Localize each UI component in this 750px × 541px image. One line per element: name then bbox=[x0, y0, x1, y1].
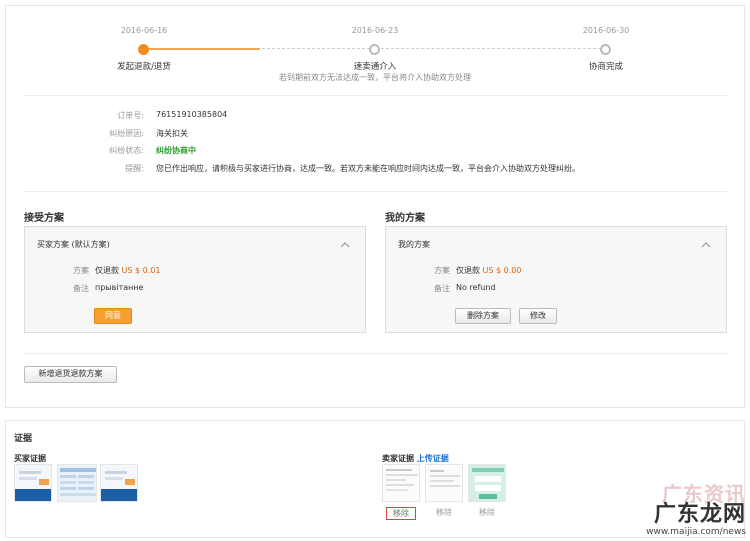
order-no: 76151910385804 bbox=[156, 110, 228, 119]
reminder-label: 提醒: bbox=[125, 164, 144, 173]
note-label: 备注 bbox=[73, 284, 89, 293]
delete-plan-button[interactable]: 删除方案 bbox=[455, 308, 511, 324]
step-3-dot bbox=[600, 44, 611, 55]
my-plan-box: 我的方案 方案 仅退款 US $ 0.00 备注 No refund 删除方案 … bbox=[385, 226, 727, 333]
agree-button[interactable]: 同意 bbox=[94, 308, 132, 324]
add-return-refund-plan-button[interactable]: 新增退货退款方案 bbox=[24, 366, 117, 383]
status-badge: 纠纷协商中 bbox=[156, 146, 196, 155]
edit-plan-button[interactable]: 修改 bbox=[519, 308, 557, 324]
plan-label: 方案 bbox=[73, 266, 89, 275]
plan-type: 仅退款 bbox=[456, 266, 480, 275]
accept-plan-title: 接受方案 bbox=[24, 213, 64, 224]
watermark-url: www.maijia.com/news bbox=[646, 527, 746, 537]
my-plan-value: 仅退款 US $ 0.00 bbox=[456, 265, 521, 276]
reason-label: 纠纷原因: bbox=[109, 129, 144, 138]
step-2-dot bbox=[369, 44, 380, 55]
divider bbox=[24, 95, 727, 96]
seller-evidence-image[interactable] bbox=[382, 464, 420, 502]
plan-amount: US $ 0.00 bbox=[482, 266, 522, 275]
status-label: 纠纷状态: bbox=[109, 146, 144, 155]
seller-evidence-text: 卖家证据 bbox=[382, 454, 414, 463]
progress-note: 若到期前双方无法达成一致，平台将介入协助双方处理 bbox=[279, 73, 471, 82]
my-plan-title: 我的方案 bbox=[385, 213, 425, 224]
my-plan-note: No refund bbox=[456, 283, 496, 292]
order-no-label: 订单号: bbox=[117, 111, 144, 120]
step-2-label: 速卖通介入 bbox=[353, 62, 397, 72]
progress-track-dash bbox=[381, 48, 601, 49]
progress-track-dash bbox=[262, 48, 370, 49]
buyer-plan-header: 买家方案 (默认方案) bbox=[37, 240, 110, 249]
chevron-up-icon[interactable] bbox=[700, 239, 712, 251]
buyer-evidence-image[interactable] bbox=[100, 464, 138, 502]
note-label: 备注 bbox=[434, 284, 450, 293]
plan-label: 方案 bbox=[434, 266, 450, 275]
progress-track-active bbox=[144, 48, 260, 50]
buyer-evidence-image[interactable] bbox=[14, 464, 52, 502]
seller-evidence-image[interactable] bbox=[468, 464, 506, 502]
reason: 海关扣关 bbox=[156, 129, 188, 138]
step-1-label: 发起退款/退货 bbox=[117, 62, 171, 72]
seller-evidence-label: 卖家证据 上传证据 bbox=[382, 453, 449, 464]
watermark: 广东龙网 www.maijia.com/news bbox=[646, 502, 746, 538]
evidence-title: 证据 bbox=[14, 434, 33, 444]
divider bbox=[24, 353, 727, 354]
divider bbox=[24, 191, 727, 192]
remove-evidence-button[interactable]: 移除 bbox=[386, 507, 416, 520]
step-1-date: 2016-06-16 bbox=[120, 26, 168, 35]
step-3-date: 2016-06-30 bbox=[582, 26, 630, 35]
buyer-plan-value: 仅退款 US $ 0.01 bbox=[95, 265, 160, 276]
buyer-evidence-label: 买家证据 bbox=[14, 454, 46, 463]
plan-type: 仅退款 bbox=[95, 266, 119, 275]
remove-evidence-button[interactable]: 移除 bbox=[429, 507, 459, 518]
upload-evidence-link[interactable]: 上传证据 bbox=[417, 454, 449, 463]
chevron-up-icon[interactable] bbox=[339, 239, 351, 251]
reminder: 您已作出响应，请积极与买家进行协商，达成一致。若双方未能在响应时间内达成一致，平… bbox=[156, 164, 580, 173]
step-1-dot bbox=[138, 44, 149, 55]
step-3-label: 协商完成 bbox=[588, 62, 623, 72]
remove-evidence-button[interactable]: 移除 bbox=[472, 507, 502, 518]
plan-amount: US $ 0.01 bbox=[121, 266, 161, 275]
watermark-main-text: 广东龙网 bbox=[653, 502, 746, 527]
step-2-date: 2016-06-23 bbox=[351, 26, 399, 35]
buyer-evidence-image[interactable] bbox=[57, 464, 97, 502]
buyer-plan-note: прывітанне bbox=[95, 283, 144, 292]
seller-evidence-image[interactable] bbox=[425, 464, 463, 502]
buyer-plan-box: 买家方案 (默认方案) 方案 仅退款 US $ 0.01 备注 прывітан… bbox=[24, 226, 366, 333]
my-plan-header: 我的方案 bbox=[398, 240, 430, 249]
